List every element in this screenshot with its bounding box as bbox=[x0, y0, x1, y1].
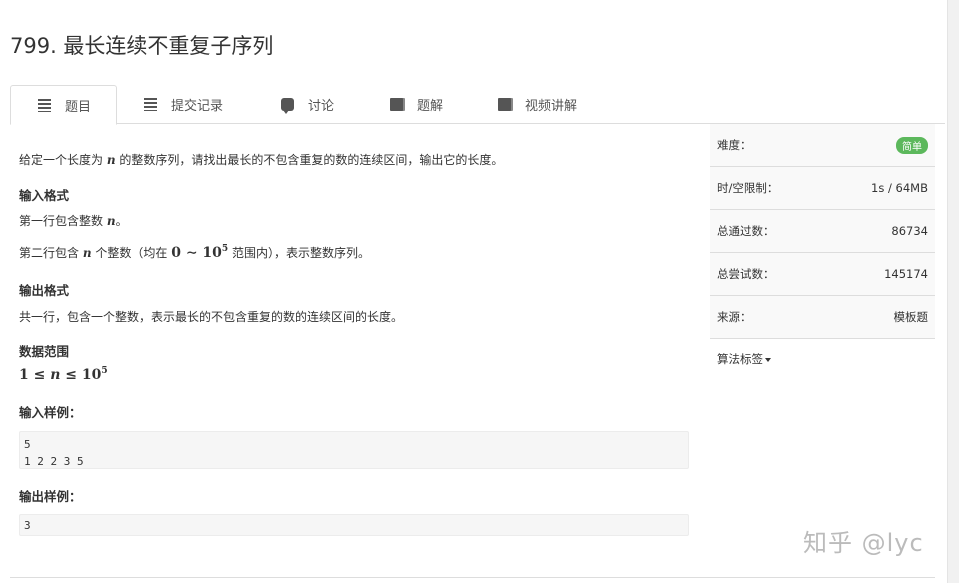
math-var: n bbox=[106, 153, 116, 167]
book-icon bbox=[498, 98, 511, 111]
difficulty-badge: 简单 bbox=[896, 136, 928, 154]
tab-discussion[interactable]: 讨论 bbox=[281, 85, 334, 124]
list-icon bbox=[144, 98, 157, 111]
sample-input-heading: 输入样例： bbox=[19, 405, 82, 420]
math-var: n bbox=[106, 214, 116, 228]
range-expression: 1 ≤ n ≤ 105 bbox=[19, 366, 108, 383]
difficulty-label: 难度： bbox=[717, 138, 752, 152]
problem-description: 给定一个长度为 n 的整数序列，请找出最长的不包含重复的数的连续区间，输出它的长… bbox=[19, 151, 503, 168]
text: 个整数（均在 bbox=[91, 246, 172, 260]
tab-label: 题目 bbox=[65, 99, 92, 115]
math-expr: 0 ∼ 10 bbox=[171, 245, 222, 261]
text: 范围内），表示整数序列。 bbox=[228, 246, 370, 260]
input-line-2: 第二行包含 n 个整数（均在 0 ∼ 105 范围内），表示整数序列。 bbox=[19, 244, 370, 261]
tags-label: 算法标签 bbox=[717, 352, 763, 366]
passed-row: 总通过数： 86734 bbox=[710, 210, 935, 253]
passed-value: 86734 bbox=[891, 224, 928, 238]
attempts-value: 145174 bbox=[884, 267, 928, 281]
watermark: 知乎 @lyc bbox=[803, 529, 924, 557]
tab-label: 讨论 bbox=[308, 99, 335, 114]
source-label: 来源： bbox=[717, 310, 752, 324]
limit-value: 1s / 64MB bbox=[871, 181, 928, 195]
math-var: n bbox=[50, 367, 61, 383]
sample-input-box: 5 1 2 2 3 5 bbox=[19, 431, 689, 469]
scrollbar[interactable] bbox=[947, 0, 959, 583]
math-expr: ≤ 10 bbox=[60, 367, 102, 383]
tab-submissions[interactable]: 提交记录 bbox=[144, 85, 223, 124]
input-line-1: 第一行包含整数 n。 bbox=[19, 212, 128, 229]
math-expr: 1 ≤ bbox=[19, 367, 51, 383]
tab-video[interactable]: 视频讲解 bbox=[498, 85, 577, 124]
attempts-label: 总尝试数： bbox=[717, 267, 775, 281]
attempts-row: 总尝试数： 145174 bbox=[710, 253, 935, 296]
limit-row: 时/空限制： 1s / 64MB bbox=[710, 167, 935, 210]
tab-label: 题解 bbox=[417, 99, 444, 114]
problem-title: 799. 最长连续不重复子序列 bbox=[10, 34, 274, 58]
range-heading: 数据范围 bbox=[19, 344, 70, 359]
text: 第一行包含整数 bbox=[19, 214, 107, 228]
tab-solutions[interactable]: 题解 bbox=[390, 85, 443, 124]
book-icon bbox=[390, 98, 403, 111]
sample-output-box: 3 bbox=[19, 514, 689, 536]
difficulty-row: 难度： 简单 bbox=[710, 124, 935, 167]
passed-label: 总通过数： bbox=[717, 224, 775, 238]
text: 第二行包含 bbox=[19, 246, 83, 260]
source-row: 来源： 模板题 bbox=[710, 296, 935, 339]
tags-dropdown[interactable]: 算法标签 bbox=[717, 351, 771, 367]
description-text: 的整数序列，请找出最长的不包含重复的数的连续区间，输出它的长度。 bbox=[115, 153, 504, 167]
sample-output-heading: 输出样例： bbox=[19, 489, 82, 504]
tab-label: 提交记录 bbox=[171, 99, 224, 114]
output-text: 共一行，包含一个整数，表示最长的不包含重复的数的连续区间的长度。 bbox=[19, 310, 404, 324]
tags-row[interactable]: 算法标签 bbox=[710, 339, 935, 379]
limit-label: 时/空限制： bbox=[717, 181, 779, 195]
math-var: n bbox=[82, 246, 92, 260]
comment-icon bbox=[281, 98, 294, 114]
text: 。 bbox=[115, 214, 128, 228]
source-value: 模板题 bbox=[893, 310, 929, 324]
divider bbox=[10, 577, 935, 578]
problem-info-panel: 难度： 简单 时/空限制： 1s / 64MB 总通过数： 86734 总尝试数… bbox=[710, 124, 935, 379]
math-exponent: 5 bbox=[101, 366, 108, 376]
tab-problem[interactable]: 题目 bbox=[10, 85, 117, 125]
tab-bar: 题目 提交记录 讨论 题解 视频讲解 bbox=[10, 85, 945, 125]
caret-down-icon bbox=[765, 357, 771, 362]
input-format-heading: 输入格式 bbox=[19, 188, 70, 203]
description-text: 给定一个长度为 bbox=[19, 153, 107, 167]
tab-label: 视频讲解 bbox=[525, 99, 578, 114]
output-format-heading: 输出格式 bbox=[19, 283, 70, 298]
list-icon bbox=[38, 98, 51, 112]
